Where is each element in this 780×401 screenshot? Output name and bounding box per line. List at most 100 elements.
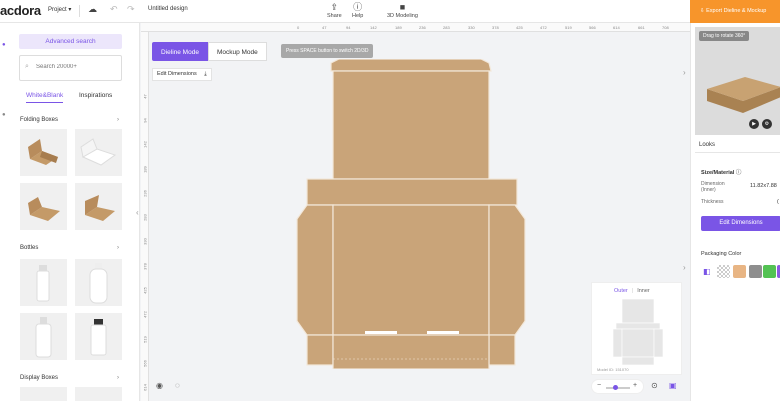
collapse-right-icon[interactable]: › [683, 68, 690, 84]
right-panel: Drag to rotate 360° ▶ ⚙ Looks Size/Mater… [690, 23, 780, 401]
dieline-mode-button[interactable]: Dieline Mode [152, 42, 208, 61]
export-button[interactable]: ⇩ Export Dieline & Mockup [690, 0, 780, 23]
cloud-save-icon[interactable]: ☁ [88, 4, 97, 15]
model-id: Model ID: 151070 [597, 367, 629, 372]
swatch-green[interactable] [763, 265, 776, 278]
swatch-gray[interactable] [749, 265, 762, 278]
zoom-control[interactable]: − + [591, 379, 644, 394]
section-bottles[interactable]: Bottles › [20, 245, 122, 251]
tab-inspirations[interactable]: Inspirations [79, 92, 112, 99]
thumbnail-bottle[interactable] [75, 259, 122, 306]
edit-dimensions-button[interactable]: Edit Dimensions ⤓ [152, 68, 212, 81]
zoom-in-icon[interactable]: + [633, 382, 637, 389]
thumbnail-folding-box[interactable] [75, 129, 122, 176]
swatch-kraft[interactable] [733, 265, 746, 278]
share-button[interactable]: ⇪ Share [327, 2, 342, 19]
camera-icon: ■ [399, 2, 406, 12]
right-flap [488, 204, 526, 336]
thumbnail-bottle[interactable] [20, 313, 67, 360]
zoom-slider-handle[interactable] [613, 385, 618, 390]
swatch-transparent[interactable] [717, 265, 730, 278]
dieline-preview[interactable]: Outer | Inner Model ID: 151070 [591, 282, 682, 375]
corner-tab [306, 334, 334, 366]
search-input[interactable] [36, 64, 116, 70]
lid-flap [330, 59, 492, 72]
zoom-slider[interactable] [606, 387, 630, 389]
redo-icon[interactable]: ↷ [127, 4, 135, 15]
search-box[interactable]: ⌕ [19, 55, 122, 81]
box-open-image [85, 195, 115, 221]
base-panel [332, 204, 490, 336]
asset-sidebar: ● ● Advanced search ⌕ White&Blank Inspir… [0, 23, 140, 401]
color-wheel-icon[interactable]: ◧ [703, 267, 711, 276]
thickness-value[interactable]: ( [777, 199, 779, 205]
corner-tab [488, 334, 516, 366]
section-display-boxes[interactable]: Display Boxes › [20, 375, 122, 381]
thumbnail-folding-box[interactable] [20, 129, 67, 176]
tab-inner[interactable]: Inner [637, 288, 650, 294]
dimension-label: Dimension (Inner) [701, 181, 725, 193]
thickness-label: Thickness [701, 199, 724, 205]
note-icon[interactable]: ◌ [175, 381, 180, 390]
thumbnail-display-box[interactable] [20, 387, 67, 401]
preview-thumbnail [612, 298, 664, 366]
dimension-value[interactable]: 11.82x7.88 [750, 183, 777, 189]
fit-screen-icon[interactable]: ⊙ [651, 381, 658, 390]
help-icon: ⓘ [353, 2, 363, 12]
size-material-heading: Size/Material ⓘ [701, 170, 742, 176]
design-title[interactable]: Untitled design [148, 6, 188, 12]
rail-marker-icon[interactable]: ● [2, 112, 6, 118]
box-open-image [28, 197, 60, 221]
download-icon[interactable]: ⤓ [204, 71, 206, 77]
settings-icon[interactable]: ⚙ [762, 119, 772, 129]
thumbnail-folding-box[interactable] [20, 183, 67, 230]
tab-slot [365, 331, 397, 334]
space-hint-tooltip: Press SPACE button to switch 2D/3D [281, 44, 374, 58]
rotate-hint: Drag to rotate 360° [699, 31, 750, 41]
undo-icon[interactable]: ↶ [110, 4, 118, 15]
collapse-right-icon[interactable]: › [683, 263, 690, 279]
rail-marker-icon[interactable]: ● [2, 42, 6, 48]
chevron-right-icon[interactable]: › [117, 117, 119, 123]
bottle-image [35, 317, 52, 358]
thumbnail-bottle[interactable] [75, 313, 122, 360]
tab-white-blank[interactable]: White&Blank [26, 92, 64, 103]
zoom-out-icon[interactable]: − [597, 382, 601, 389]
mockup-mode-button[interactable]: Mockup Mode [207, 42, 267, 61]
grid-icon[interactable]: ▣ [669, 381, 677, 390]
editor-canvas[interactable]: 0 47 94 142 189 236 283 330 378 425 472 … [136, 23, 690, 401]
3d-preview[interactable]: Drag to rotate 360° ▶ ⚙ [695, 27, 780, 135]
play-icon[interactable]: ▶ [749, 119, 759, 129]
help-button[interactable]: ⓘ Help [352, 2, 363, 19]
thumbnail-display-box[interactable] [75, 387, 122, 401]
export-icon: ⇩ [700, 8, 705, 14]
eye-icon[interactable]: ◉ [156, 381, 163, 390]
top-side-panel [306, 178, 518, 206]
top-bar: acdora Project ▾ ☁ ↶ ↷ Untitled design ⇪… [0, 0, 780, 23]
dieline-artwork[interactable] [291, 59, 531, 369]
tab-outer[interactable]: Outer [614, 288, 628, 294]
divider [695, 152, 780, 153]
thumbnail-folding-box[interactable] [75, 183, 122, 230]
lid-panel [332, 70, 490, 180]
tab-slot [427, 331, 459, 334]
advanced-search-button[interactable]: Advanced search [19, 34, 122, 49]
thumbnail-bottle[interactable] [20, 259, 67, 306]
3d-modeling-button[interactable]: ■ 3D Modeling [387, 2, 418, 19]
preview-tabs: Outer | Inner [614, 288, 650, 294]
box-white-image [80, 138, 117, 166]
chevron-right-icon[interactable]: › [117, 245, 119, 251]
info-icon[interactable]: ⓘ [736, 170, 742, 176]
app-logo[interactable]: acdora [0, 3, 41, 18]
edit-dimensions-panel-button[interactable]: Edit Dimensions [701, 216, 780, 231]
bottle-image [90, 319, 107, 356]
tab-looks[interactable]: Looks [699, 142, 715, 148]
project-menu[interactable]: Project ▾ [48, 6, 71, 13]
share-icon: ⇪ [330, 2, 339, 12]
front-panel [332, 334, 490, 369]
bottle-image [89, 263, 108, 304]
section-folding-boxes[interactable]: Folding Boxes › [20, 117, 122, 123]
left-flap [296, 204, 334, 336]
chevron-right-icon[interactable]: › [117, 375, 119, 381]
collapse-left-icon[interactable]: ‹ [136, 208, 143, 224]
